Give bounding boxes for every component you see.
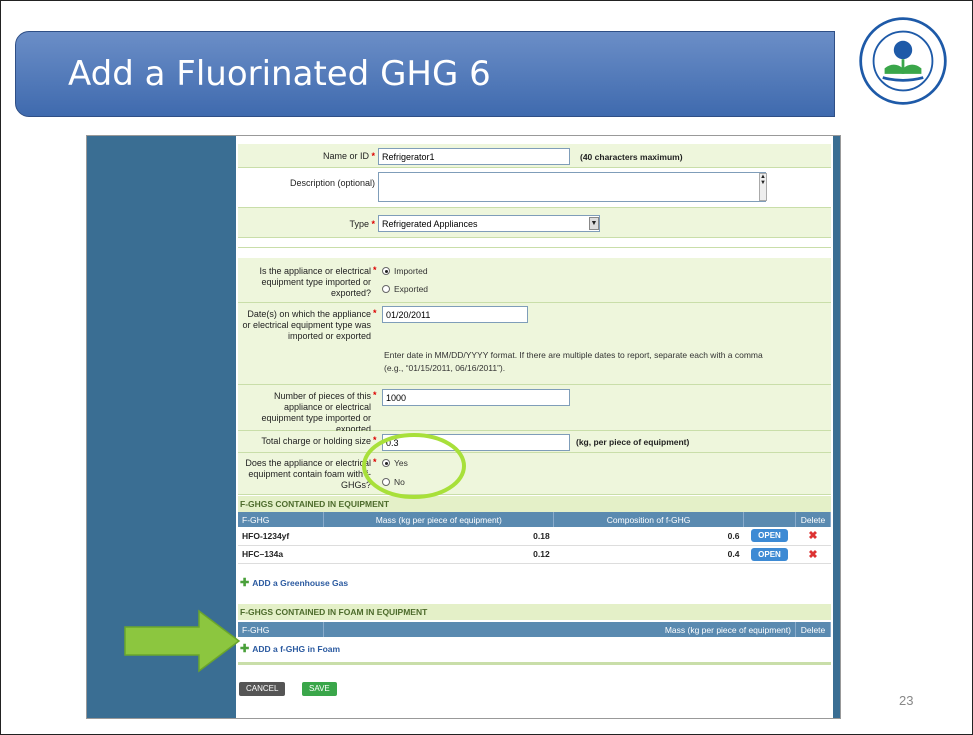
add-greenhouse-gas-link[interactable]: ✚ ADD a Greenhouse Gas [240,576,348,589]
name-hint: (40 characters maximum) [580,152,683,162]
title-bar: Add a Fluorinated GHG 6 [15,31,835,117]
col-delete: Delete [795,512,832,527]
col-open [743,512,796,527]
add-fghg-in-foam-link[interactable]: ✚ ADD a f-GHG in Foam [240,642,340,655]
col-foam-mass: Mass (kg per piece of equipment) [323,622,796,637]
row-charge: Total charge or holding size * 0.3 (kg, … [238,431,831,453]
row-foam: Does the appliance or electrical equipme… [238,453,831,495]
pieces-input[interactable]: 1000 [382,389,570,406]
description-label: Description (optional) [289,178,375,188]
dates-help-text: Enter date in MM/DD/YYYY format. If ther… [384,350,763,373]
textarea-scrollbar[interactable]: ▲ ▼ [759,173,767,201]
epa-logo [859,17,947,105]
col-mass: Mass (kg per piece of equipment) [323,512,555,527]
row-fghg-name: HFO-1234yf [238,527,324,546]
type-select[interactable]: Refrigerated Appliances [378,215,600,232]
col-composition: Composition of f-GHG [553,512,744,527]
row-mass: 0.12 [323,545,554,564]
delete-icon[interactable]: ✖ [808,549,817,561]
save-button[interactable]: SAVE [302,682,337,696]
cancel-button[interactable]: CANCEL [239,682,286,696]
type-label: Type [349,219,369,229]
fghg-section-title: F-GHGS CONTAINED IN EQUIPMENT [238,496,831,512]
slide-number: 23 [899,693,914,708]
open-button[interactable]: OPEN [751,547,788,561]
import-export-label: Is the appliance or electrical equipment… [259,266,371,298]
row-composition: 0.4 [553,545,744,564]
slide-title: Add a Fluorinated GHG 6 [68,54,491,94]
charge-hint: (kg, per piece of equipment) [576,437,690,447]
radio-imported[interactable]: Imported [382,266,428,276]
dates-input[interactable]: 01/20/2011 [382,306,528,323]
foam-table-header: F-GHG Mass (kg per piece of equipment) D… [238,622,832,637]
delete-icon[interactable]: ✖ [808,530,817,542]
foam-label: Does the appliance or electrical equipme… [245,458,371,490]
row-mass: 0.18 [323,527,554,546]
arrow-icon [124,609,241,673]
row-description: Description (optional) ▲ ▼ [238,168,831,208]
slide: Add a Fluorinated GHG 6 Name or ID * Ref… [0,0,973,735]
foam-table: F-GHG Mass (kg per piece of equipment) D… [238,622,832,637]
row-name: Name or ID * Refrigerator1 (40 character… [238,144,831,168]
pieces-label: Number of pieces of this appliance or el… [261,391,371,434]
col-fghg: F-GHG [238,512,325,527]
row-dates: Date(s) on which the appliance or electr… [238,303,831,385]
radio-imported-dot[interactable] [382,267,390,275]
name-label: Name or ID [322,151,369,161]
fghg-table-header: F-GHG Mass (kg per piece of equipment) C… [238,512,832,527]
charge-label: Total charge or holding size [261,436,371,446]
plus-icon: ✚ [240,577,250,589]
right-edge-bar [833,136,840,718]
col-foam-fghg: F-GHG [238,622,325,637]
col-foam-delete: Delete [795,622,832,637]
open-button[interactable]: OPEN [751,529,788,543]
foam-section-title: F-GHGS CONTAINED IN FOAM IN EQUIPMENT [238,604,831,620]
name-input[interactable]: Refrigerator1 [378,148,570,165]
chevron-down-icon[interactable]: ▼ [589,217,599,230]
plus-icon: ✚ [240,643,250,655]
table-row: HFC–134a 0.12 0.4 OPEN ✖ [238,545,831,564]
table-row: HFO-1234yf 0.18 0.6 OPEN ✖ [238,527,831,546]
radio-exported[interactable]: Exported [382,284,428,294]
divider [238,662,831,665]
row-pieces: Number of pieces of this appliance or el… [238,385,831,434]
radio-exported-dot[interactable] [382,285,390,293]
spacer-row [238,238,831,248]
row-fghg-name: HFC–134a [238,545,324,564]
row-type: Type * Refrigerated Appliances ▼ [238,208,831,238]
row-composition: 0.6 [553,527,744,546]
fghg-table: F-GHG Mass (kg per piece of equipment) C… [238,512,832,564]
description-textarea[interactable] [378,172,766,202]
highlight-circle [362,433,466,499]
dates-label: Date(s) on which the appliance or electr… [242,309,371,341]
row-import-export: Is the appliance or electrical equipment… [238,258,831,303]
